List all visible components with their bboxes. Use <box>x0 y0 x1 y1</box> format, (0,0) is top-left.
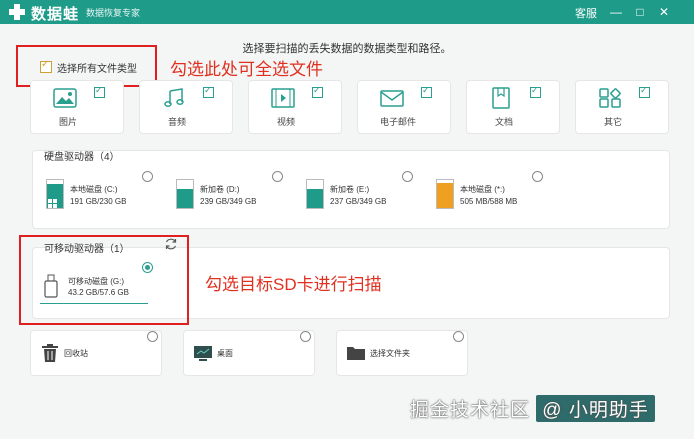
select-all-checkbox[interactable] <box>40 59 52 73</box>
image-checkbox[interactable] <box>94 85 105 98</box>
drive-size: 505 MB/588 MB <box>460 197 518 206</box>
location-card-select-folder[interactable]: 选择文件夹 <box>336 330 468 376</box>
location-label: 桌面 <box>217 349 233 358</box>
drive-icon <box>306 179 324 209</box>
app-subtitle: 数据恢复专家 <box>86 8 141 18</box>
drive-name: 新加卷 (D:) <box>200 185 240 194</box>
drive-size: 237 GB/349 GB <box>330 197 387 206</box>
drive-radio[interactable] <box>402 171 413 182</box>
removable-drive-name[interactable]: 可移动磁盘 (G:) <box>68 276 124 287</box>
removable-drive-size: 43.2 GB/57.6 GB <box>68 288 129 297</box>
file-type-label: 其它 <box>604 117 623 127</box>
watermark: 掘金技术社区 @ 小明助手 <box>410 395 655 422</box>
location-radio[interactable] <box>453 331 464 342</box>
location-label: 选择文件夹 <box>370 349 410 358</box>
location-card-recycle-bin[interactable]: 回收站 <box>30 330 162 376</box>
location-radio[interactable] <box>147 331 158 342</box>
drive-icon <box>176 179 194 209</box>
file-type-label: 文档 <box>495 117 514 127</box>
title-bar: 数据蛙 数据恢复专家 客服 — □ ✕ <box>0 0 694 24</box>
file-type-card-document[interactable]: 文档 <box>466 80 560 134</box>
maximize-button[interactable]: □ <box>632 4 648 20</box>
refresh-icon[interactable] <box>164 237 178 251</box>
removable-drive-radio[interactable] <box>142 262 153 273</box>
drive-item-d[interactable]: 新加卷 (D:) 239 GB/349 GB <box>176 171 296 211</box>
annotation-sd-card: 勾选目标SD卡进行扫描 <box>205 275 382 294</box>
audio-checkbox[interactable] <box>203 85 214 98</box>
drive-name: 本地磁盘 (C:) <box>70 185 118 194</box>
desktop-icon <box>194 346 212 361</box>
music-icon <box>164 88 184 107</box>
watermark-user: @ 小明助手 <box>536 395 655 422</box>
video-checkbox[interactable] <box>312 85 323 98</box>
app-name: 数据蛙 <box>31 6 80 23</box>
file-type-label: 视频 <box>277 117 296 127</box>
close-button[interactable]: ✕ <box>656 4 672 20</box>
other-icon <box>599 88 621 108</box>
minimize-button[interactable]: — <box>608 4 624 20</box>
drive-icon <box>46 179 64 209</box>
drive-item-star[interactable]: 本地磁盘 (*:) 505 MB/588 MB <box>436 171 556 211</box>
logo-plus-icon <box>9 4 25 20</box>
file-type-card-video[interactable]: 视频 <box>248 80 342 134</box>
file-type-label: 图片 <box>59 117 78 127</box>
watermark-text: 掘金技术社区 <box>410 400 531 421</box>
file-type-label: 电子邮件 <box>380 117 417 127</box>
select-all-label[interactable]: 选择所有文件类型 <box>57 60 137 75</box>
recycle-bin-icon <box>42 344 58 362</box>
folder-icon <box>347 347 365 360</box>
file-type-label: 音频 <box>168 117 187 127</box>
file-type-card-image[interactable]: 图片 <box>30 80 124 134</box>
other-checkbox[interactable] <box>639 85 650 98</box>
file-type-card-other[interactable]: 其它 <box>575 80 669 134</box>
video-icon <box>271 88 295 108</box>
location-label: 回收站 <box>64 349 88 358</box>
document-checkbox[interactable] <box>530 85 541 98</box>
drive-name: 新加卷 (E:) <box>330 185 370 194</box>
location-radio[interactable] <box>300 331 311 342</box>
email-icon <box>380 90 404 107</box>
hard-drive-section-title: 硬盘驱动器（4） <box>44 152 120 163</box>
drive-icon <box>436 179 454 209</box>
file-type-card-email[interactable]: 电子邮件 <box>357 80 451 134</box>
file-type-card-audio[interactable]: 音频 <box>139 80 233 134</box>
usb-drive-icon <box>44 274 58 298</box>
email-checkbox[interactable] <box>421 85 432 98</box>
removable-section-title: 可移动驱动器（1） <box>44 244 130 255</box>
drive-radio[interactable] <box>272 171 283 182</box>
location-card-desktop[interactable]: 桌面 <box>183 330 315 376</box>
annotation-select-all: 勾选此处可全选文件 <box>170 60 323 79</box>
document-icon <box>492 87 510 109</box>
drive-item-c[interactable]: 本地磁盘 (C:) 191 GB/230 GB <box>46 171 166 211</box>
support-link[interactable]: 客服 <box>575 5 597 21</box>
image-icon <box>53 88 77 108</box>
drive-item-e[interactable]: 新加卷 (E:) 237 GB/349 GB <box>306 171 426 211</box>
drive-name: 本地磁盘 (*:) <box>460 185 505 194</box>
drive-radio[interactable] <box>142 171 153 182</box>
drive-size: 191 GB/230 GB <box>70 197 127 206</box>
removable-drive-usage-line <box>40 303 148 304</box>
drive-size: 239 GB/349 GB <box>200 197 257 206</box>
drive-radio[interactable] <box>532 171 543 182</box>
